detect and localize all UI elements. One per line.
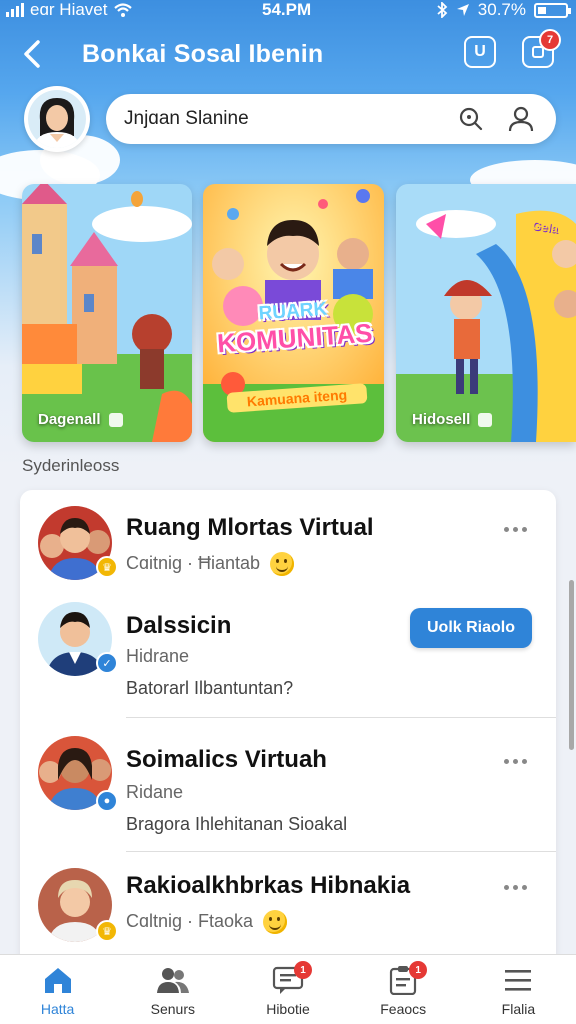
search-icon: [459, 107, 483, 131]
crown-badge-icon: ♛: [96, 556, 118, 578]
top-bar: Bonkai Sosal Ibenin U 7: [0, 28, 576, 82]
smiley-emoji-icon: [270, 552, 295, 576]
join-button[interactable]: Uolk Riaolo: [410, 608, 532, 648]
nav-badge: 1: [294, 961, 312, 979]
bluetooth-icon: [437, 2, 448, 18]
signal-icon: [6, 3, 24, 17]
search-button[interactable]: [458, 106, 484, 132]
nav-label: Hatta: [40, 1001, 75, 1017]
list-item-subtitle: Ridane: [126, 782, 184, 802]
list-item[interactable]: ✓ Dalssicin Hidrane Batorarl Ilbantuntan…: [20, 598, 556, 718]
community-list: ♛ Ruang Mlortas Virtual Cɑitnig · Ħianta…: [20, 490, 556, 970]
more-options-button[interactable]: [504, 754, 534, 768]
clock: 54.PM: [262, 0, 312, 19]
location-icon: [456, 4, 469, 16]
nav-label: Feaocs: [380, 1001, 427, 1017]
list-item-subtitle: Hidrane: [126, 646, 190, 666]
nav-tab-feeds[interactable]: 1 Feaocs: [346, 955, 461, 1024]
list-item-title: Dalssicin: [126, 612, 232, 639]
nav-label: Senurs: [150, 1001, 195, 1017]
status-bar: eɑr Ніаvеt 54.PM 30.7%: [0, 0, 576, 22]
profile-button[interactable]: [508, 105, 534, 133]
people-icon: [156, 968, 189, 993]
carousel-card-caption: Dagenall: [38, 411, 123, 428]
list-item-title: Soimalics Virtuah: [126, 746, 327, 773]
list-item[interactable]: ♛ Ruang Mlortas Virtual Cɑitnig · Ħianta…: [20, 490, 556, 598]
page-title: Bonkai Sosal Ibenin: [82, 40, 324, 68]
badge-icon: [108, 412, 123, 427]
chevron-left-icon: [24, 40, 40, 68]
nav-tab-chat[interactable]: 1 Hibotie: [230, 955, 345, 1024]
more-options-button[interactable]: [504, 880, 534, 894]
square-button-label: U: [474, 43, 486, 60]
list-item-description: Batorarl Ilbantuntan?: [126, 678, 294, 698]
nav-tab-home[interactable]: Hatta: [0, 955, 115, 1024]
scrollbar[interactable]: [569, 580, 574, 750]
search-bar: [106, 94, 556, 144]
list-item-title: Ruang Mlortas Virtual: [126, 514, 374, 541]
user-icon: [508, 106, 534, 132]
battery-percent: 30.7%: [477, 0, 526, 19]
shield-badge-icon: ●: [96, 790, 118, 812]
list-item-subtitle: Cɑltnig · Ftaoka: [126, 910, 288, 934]
battery-icon: [534, 2, 571, 18]
nav-badge: 1: [409, 961, 428, 979]
list-item[interactable]: ♛ Rakioalkhbrkas Hibnakia Cɑltnig · Ftao…: [20, 852, 556, 970]
section-heading: Syderinleoss: [22, 456, 120, 475]
nav-label: Flalia: [501, 1001, 536, 1017]
back-button[interactable]: [18, 36, 48, 72]
carousel-card-1[interactable]: Dagenall: [22, 184, 192, 442]
avatar: [28, 90, 86, 148]
square-icon-button[interactable]: U: [464, 36, 496, 68]
list-item-description: Bragora Ihlehitanan Sioakal: [126, 814, 348, 834]
home-icon: [44, 968, 71, 993]
list-item-subtitle: Cɑitnig · Ħiantab: [126, 552, 295, 576]
smiley-emoji-icon: [263, 910, 288, 934]
nav-tab-people[interactable]: Senurs: [115, 955, 230, 1024]
carrier-name: eɑr Ніаvеt: [30, 0, 108, 19]
banner-headline: RUARK KOMUNITAS: [213, 297, 374, 359]
badge-icon: [478, 412, 493, 427]
nav-label: Hibotie: [266, 1001, 310, 1017]
castle-scene-image: [22, 184, 192, 442]
wifi-icon: [114, 3, 133, 17]
carousel-card-caption: Hidosell: [412, 411, 493, 428]
carousel-card-featured[interactable]: RUARK KOMUNITAS Kamuana iteng: [203, 184, 384, 442]
carousel-card-3[interactable]: Gela Hidosell: [396, 184, 576, 442]
notification-badge: 7: [539, 29, 561, 51]
menu-icon: [505, 970, 532, 991]
more-options-button[interactable]: [504, 522, 534, 536]
notifications-button[interactable]: 7: [522, 29, 561, 68]
crown-badge-icon: ♛: [96, 920, 118, 942]
list-item[interactable]: ● Soimalics Virtuah Ridane Bragora Ihleh…: [20, 718, 556, 852]
bottom-navigation: Hatta Senurs 1 Hibotie 1 Feaocs Flalia: [0, 954, 576, 1024]
list-item-title: Rakioalkhbrkas Hibnakia: [126, 872, 411, 899]
nav-tab-menu[interactable]: Flalia: [461, 955, 576, 1024]
profile-avatar[interactable]: [24, 86, 90, 152]
verified-badge-icon: ✓: [96, 652, 118, 674]
search-input[interactable]: [124, 108, 454, 130]
